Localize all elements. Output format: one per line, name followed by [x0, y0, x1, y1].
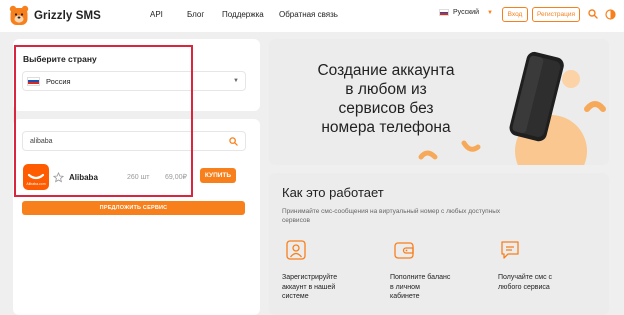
how-description: Принимайте смс-сообщения на виртуальный …	[282, 208, 501, 224]
hero-line: номера телефона	[321, 119, 451, 136]
alibaba-logo-icon: Alibaba.com	[23, 164, 49, 190]
brand-name: Grizzly SMS	[34, 10, 101, 22]
step-3-text: Получайте смс с любого сервиса	[498, 273, 552, 292]
message-icon	[501, 241, 519, 259]
brand-logo[interactable]: Grizzly SMS	[9, 5, 101, 27]
alibaba-logo-text: Alibaba.com	[26, 182, 46, 186]
chevron-down-icon: ▼	[233, 78, 239, 84]
nav-blog[interactable]: Блог	[187, 10, 204, 19]
hero-banner: Создание аккаунта в любом из сервисов бе…	[269, 39, 609, 165]
star-icon[interactable]	[53, 171, 64, 183]
hero-heading: Создание аккаунта в любом из сервисов бе…	[296, 61, 476, 137]
step-line: системе	[282, 293, 309, 300]
hero-line: Создание аккаунта	[317, 62, 455, 79]
step-1-text: Зарегистрируйте аккаунт в нашей системе	[282, 273, 337, 302]
step-line: кабинете	[390, 293, 420, 300]
step-line: Пополните баланс	[390, 274, 451, 281]
country-title: Выберите страну	[23, 54, 97, 64]
login-button[interactable]: Вход	[502, 7, 528, 22]
chevron-down-icon: ▼	[486, 9, 493, 16]
search-icon[interactable]	[585, 6, 601, 22]
how-title: Как это работает	[282, 185, 384, 200]
nav-api[interactable]: API	[150, 10, 163, 19]
language-label: Русский	[453, 9, 479, 16]
language-selector[interactable]: Русский ▼	[439, 9, 493, 16]
service-count: 260 шт	[127, 173, 150, 181]
service-row-alibaba: Alibaba.com Alibaba 260 шт 69,00₽ КУПИТЬ	[22, 162, 246, 192]
step-line: Зарегистрируйте	[282, 274, 338, 281]
service-search-input[interactable]: alibaba	[22, 131, 246, 151]
step-line: аккаунт в нашей	[282, 283, 336, 291]
country-select[interactable]: Россия ▼	[22, 71, 246, 91]
nav-feedback[interactable]: Обратная связь	[279, 10, 338, 19]
nav-support[interactable]: Поддержка	[222, 10, 264, 19]
buy-button[interactable]: КУПИТЬ	[200, 168, 236, 183]
suggest-service-button[interactable]: ПРЕДЛОЖИТЬ СЕРВИС	[22, 201, 245, 215]
wallet-icon	[394, 242, 414, 259]
how-it-works-section: Как это работает Принимайте смс-сообщени…	[269, 173, 609, 315]
flag-russia-icon	[27, 76, 40, 86]
top-header: Grizzly SMS API Блог Поддержка Обратная …	[0, 0, 624, 32]
user-icon	[286, 240, 306, 260]
country-selected-value: Россия	[46, 76, 71, 86]
hero-line: сервисов без	[338, 100, 434, 117]
theme-toggle-icon[interactable]	[602, 6, 618, 22]
step-line: в личном	[390, 283, 420, 291]
register-button[interactable]: Регистрация	[532, 7, 580, 22]
step-line: Получайте смс с	[498, 274, 553, 281]
hero-line: в любом из	[345, 81, 427, 98]
flag-russia-icon	[439, 9, 449, 16]
search-icon[interactable]	[229, 137, 238, 146]
service-name: Alibaba	[69, 172, 98, 182]
step-line: любого сервиса	[498, 283, 550, 291]
service-price: 69,00₽	[165, 174, 187, 181]
bear-logo-icon	[9, 5, 29, 25]
search-value: alibaba	[30, 137, 53, 145]
step-2-text: Пополните баланс в личном кабинете	[390, 273, 450, 302]
